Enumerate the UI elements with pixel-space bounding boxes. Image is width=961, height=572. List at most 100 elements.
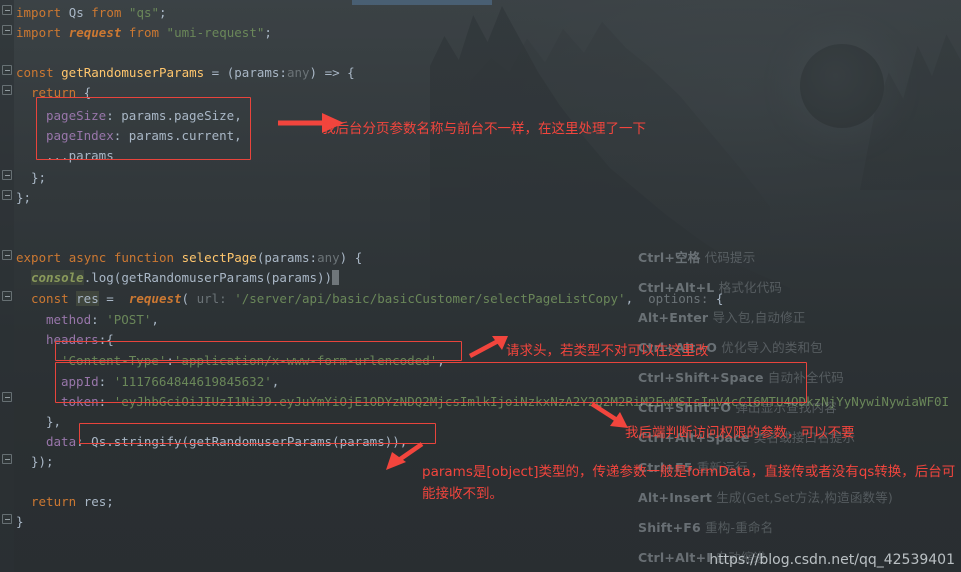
code-token: pageSize xyxy=(173,108,235,123)
code-token: , xyxy=(234,128,242,143)
code-token: selectPage xyxy=(181,250,257,265)
code-token: '/server/api/basic/basicCustomer/selectP… xyxy=(234,291,626,306)
code-token: , xyxy=(437,353,445,368)
code-token: = ( xyxy=(204,65,235,80)
code-line[interactable]: export async function selectPage(params:… xyxy=(16,248,362,268)
code-token: Qs xyxy=(68,5,84,20)
code-token: stringify xyxy=(113,434,182,449)
shortcut-key: Shift+F6 xyxy=(638,520,701,535)
code-token: }; xyxy=(16,190,32,205)
code-token: getRandomuserParams xyxy=(61,65,205,80)
annotation-text-token-note: 我后端判断访问权限的参数，可以不要 xyxy=(625,425,855,441)
code-token: import xyxy=(16,25,69,40)
code-token: = xyxy=(98,291,129,306)
code-token: token xyxy=(61,394,99,409)
shortcut-description: 自动补全代码 xyxy=(763,370,844,385)
code-token: url: xyxy=(196,291,227,306)
code-token: request xyxy=(128,291,182,306)
code-token: params xyxy=(271,270,318,285)
code-line[interactable]: 'Content-Type':'application/x-www-form-u… xyxy=(61,351,445,371)
code-token: any xyxy=(317,250,340,265)
arrow-icon-content-type xyxy=(468,336,508,358)
code-line[interactable]: headers:{ xyxy=(46,330,114,350)
code-token: method xyxy=(46,312,92,327)
code-token: '1117664844619845632' xyxy=(113,374,272,389)
code-token: function xyxy=(113,250,182,265)
shortcut-description: 导入包,自动修正 xyxy=(708,310,806,325)
code-token: res xyxy=(76,291,99,306)
code-line[interactable]: pageSize: params.pageSize, xyxy=(46,106,242,126)
code-token: getRandomuserParams xyxy=(189,434,333,449)
code-token: const xyxy=(31,291,77,306)
code-token: 'Content-Type' xyxy=(61,353,167,368)
code-token: export xyxy=(16,250,69,265)
code-line[interactable]: } xyxy=(16,512,24,532)
shortcut-hint-row: Ctrl+Shift+O 弹出显示查找内容 xyxy=(638,393,958,423)
code-line[interactable]: }; xyxy=(31,168,46,188)
code-token: request xyxy=(68,25,122,40)
code-token: params xyxy=(68,148,114,163)
code-line[interactable]: pageIndex: params.current, xyxy=(46,126,242,146)
editor-screenshot: import Qs from "qs"; import request from … xyxy=(0,0,961,572)
code-token: ; xyxy=(159,5,167,20)
code-token: ) => { xyxy=(309,65,355,80)
code-token: . xyxy=(106,434,114,449)
code-token: data xyxy=(46,434,77,449)
code-line[interactable]: data: Qs.stringify(getRandomuserParams(p… xyxy=(46,432,407,452)
code-line[interactable]: import request from "umi-request"; xyxy=(16,23,272,43)
code-token: :{ xyxy=(98,332,114,347)
shortcut-description: 代码提示 xyxy=(700,250,756,265)
code-line[interactable]: appId: '1117664844619845632', xyxy=(61,372,279,392)
code-token: , xyxy=(271,374,280,389)
code-token: res xyxy=(83,494,107,509)
code-line[interactable]: const res = request( url: '/server/api/b… xyxy=(31,289,723,309)
code-line[interactable]: }); xyxy=(31,452,54,472)
code-token: ... xyxy=(46,148,69,163)
code-token: : xyxy=(279,65,287,80)
code-line[interactable]: ...params xyxy=(46,146,114,166)
shortcut-key: Ctrl+空格 xyxy=(638,250,701,265)
code-token: params xyxy=(121,108,167,123)
code-token: }, xyxy=(46,414,62,429)
annotation-text-pagination-note: 我后台分页参数名称与前台不一样，在这里处理了一下 xyxy=(322,121,646,137)
code-token: ( xyxy=(181,291,197,306)
text-caret xyxy=(332,270,340,285)
code-line[interactable]: }; xyxy=(16,188,31,208)
code-line[interactable]: return res; xyxy=(31,492,114,512)
code-token: ( xyxy=(264,270,272,285)
code-token: { xyxy=(76,85,92,100)
code-line[interactable]: const getRandomuserParams = (params:any)… xyxy=(16,63,355,83)
code-token: : xyxy=(166,353,174,368)
code-token: }); xyxy=(31,454,54,469)
code-token: "qs" xyxy=(128,5,160,20)
shortcut-key: Alt+Enter xyxy=(638,310,709,325)
shortcut-description: 优化导入的类和包 xyxy=(717,340,823,355)
keymap-watermark: Ctrl+空格 代码提示 Ctrl+Alt+L 格式化代码 Alt+Enter 导入… xyxy=(638,243,958,572)
code-token: const xyxy=(16,65,62,80)
code-token: params xyxy=(234,65,280,80)
code-token: pageSize xyxy=(46,108,107,123)
code-token: return xyxy=(31,494,77,509)
annotation-text-qs-stringify-note: params是[object]类型的，传递参数一般是formData，直接传或者… xyxy=(422,464,956,502)
code-line[interactable]: import Qs from "qs"; xyxy=(16,3,167,23)
code-token: "umi-request" xyxy=(166,25,265,40)
code-line[interactable]: console.log(getRandomuserParams(params)) xyxy=(31,268,340,288)
code-token: headers xyxy=(46,332,99,347)
code-token: 'POST' xyxy=(106,312,152,327)
shortcut-key: Ctrl+Shift+O xyxy=(638,400,732,415)
code-token: return xyxy=(31,85,77,100)
code-token: async xyxy=(68,250,114,265)
shortcut-description: 格式化代码 xyxy=(714,280,783,295)
code-line[interactable]: return { xyxy=(31,83,91,103)
code-line[interactable]: method: 'POST', xyxy=(46,310,159,330)
code-token: import xyxy=(16,5,69,20)
code-line[interactable]: }, xyxy=(46,412,61,432)
code-token: getRandomuserParams xyxy=(121,270,265,285)
code-token: )) xyxy=(317,270,333,285)
shortcut-key: Ctrl+Shift+Space xyxy=(638,370,764,385)
code-token: }; xyxy=(31,170,47,185)
